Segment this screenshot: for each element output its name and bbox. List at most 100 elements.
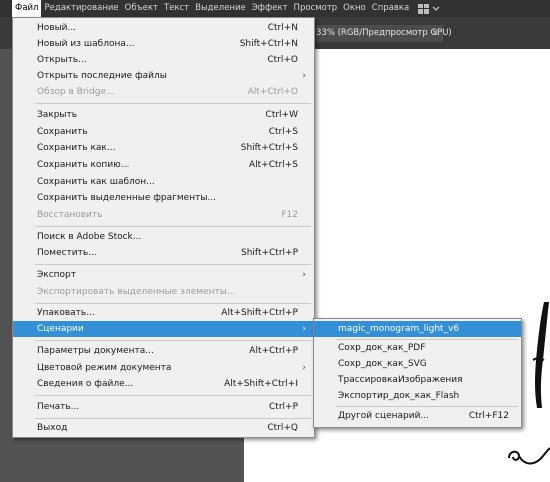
- menu-item-new[interactable]: Новый... Ctrl+N: [13, 20, 314, 36]
- scripts-submenu: magic_monogram_light_v6 Сохр_док_как_PDF…: [313, 318, 522, 428]
- menu-item-label: Новый...: [37, 23, 77, 33]
- menu-item-file-info[interactable]: Сведения о файле... Alt+Shift+Ctrl+I: [13, 376, 314, 392]
- menu-item-label: Сохранить копию...: [37, 160, 130, 170]
- menu-separator: [35, 340, 311, 341]
- menu-item-label: Поиск в Adobe Stock...: [37, 232, 142, 242]
- menu-separator: [35, 418, 311, 419]
- menu-item-label: Обзор в Bridge...: [37, 87, 115, 97]
- grid-icon: [418, 3, 430, 14]
- menu-edit[interactable]: Редактирование: [41, 0, 121, 17]
- menu-item-shortcut: Ctrl+W: [265, 110, 298, 120]
- menu-item-shortcut: Shift+Ctrl+N: [239, 39, 298, 49]
- menu-item-shortcut: Ctrl+F12: [468, 411, 509, 421]
- menu-separator: [35, 264, 311, 265]
- menu-item-shortcut: Shift+Ctrl+S: [240, 143, 298, 153]
- menu-separator: [35, 395, 311, 396]
- menu-item-save-copy[interactable]: Сохранить копию... Alt+Ctrl+S: [13, 157, 314, 173]
- menu-item-label: Новый из шаблона...: [37, 39, 135, 49]
- menu-item-shortcut: Shift+Ctrl+P: [241, 248, 298, 258]
- menu-item-label: Сохр_док_как_SVG: [338, 359, 427, 369]
- menu-item-document-setup[interactable]: Параметры документа... Alt+Ctrl+P: [13, 343, 314, 359]
- script-item-save-as-pdf[interactable]: Сохр_док_как_PDF: [314, 340, 521, 356]
- menu-item-shortcut: Alt+Ctrl+O: [247, 87, 298, 97]
- submenu-arrow-icon: ›: [302, 71, 306, 81]
- menu-item-label: Сведения о файле...: [37, 379, 134, 389]
- menu-item-close[interactable]: Закрыть Ctrl+W: [13, 107, 314, 123]
- menu-item-label: Открыть последние файлы: [37, 71, 167, 81]
- menu-separator: [336, 406, 518, 407]
- submenu-arrow-icon: ›: [302, 363, 306, 373]
- script-item-image-trace[interactable]: ТрассировкаИзображения: [314, 372, 521, 388]
- menu-item-save-selected-slices[interactable]: Сохранить выделенные фрагменты...: [13, 190, 314, 206]
- menu-item-shortcut: F12: [281, 210, 298, 220]
- menu-item-label: Сохр_док_как_PDF: [338, 343, 426, 353]
- close-icon[interactable]: ×: [432, 25, 439, 42]
- menu-item-label: ТрассировкаИзображения: [338, 375, 463, 385]
- document-tab[interactable]: 33% (RGB/Предпросмотр GPU) ×: [313, 25, 452, 42]
- file-menu-dropdown: Новый... Ctrl+N Новый из шаблона... Shif…: [12, 17, 315, 438]
- menu-item-shortcut: Ctrl+P: [269, 402, 298, 412]
- menu-item-print[interactable]: Печать... Ctrl+P: [13, 399, 314, 415]
- menu-item-label: Выход: [37, 423, 68, 433]
- menu-item-revert: Восстановить F12: [13, 207, 314, 223]
- artwork-letter-fragment: [532, 302, 549, 408]
- menu-select[interactable]: Выделение: [192, 0, 249, 17]
- menu-item-export-selection: Экспортировать выделенные элементы...: [13, 284, 314, 300]
- script-item-magic-monogram[interactable]: magic_monogram_light_v6: [314, 321, 521, 337]
- menu-item-scripts[interactable]: Сценарии ›: [13, 321, 314, 337]
- menu-item-label: Параметры документа...: [37, 346, 154, 356]
- menu-item-export[interactable]: Экспорт ›: [13, 267, 314, 283]
- menu-item-shortcut: Ctrl+N: [267, 23, 298, 33]
- menu-item-package[interactable]: Упаковать... Alt+Shift+Ctrl+P: [13, 305, 314, 321]
- menu-window[interactable]: Окно: [340, 0, 369, 17]
- menu-item-shortcut: Ctrl+S: [268, 127, 298, 137]
- script-item-save-as-svg[interactable]: Сохр_док_как_SVG: [314, 356, 521, 372]
- menu-item-label: magic_monogram_light_v6: [338, 324, 460, 334]
- menu-object[interactable]: Объект: [122, 0, 161, 17]
- menu-item-browse-bridge: Обзор в Bridge... Alt+Ctrl+O: [13, 84, 314, 100]
- menu-item-label: Экспортир_док_как_Flash: [338, 391, 460, 401]
- menu-help[interactable]: Справка: [369, 0, 412, 17]
- menu-item-label: Восстановить: [37, 210, 103, 220]
- menu-item-save-as-template[interactable]: Сохранить как шаблон...: [13, 174, 314, 190]
- menu-separator: [35, 103, 311, 104]
- menu-item-label: Сохранить: [37, 127, 88, 137]
- menu-item-document-color-mode[interactable]: Цветовой режим документа ›: [13, 360, 314, 376]
- menu-item-label: Поместить...: [37, 248, 97, 258]
- menu-item-label: Сохранить выделенные фрагменты...: [37, 193, 217, 203]
- menu-item-new-from-template[interactable]: Новый из шаблона... Shift+Ctrl+N: [13, 36, 314, 52]
- submenu-arrow-icon: ›: [302, 270, 306, 280]
- workspace-switcher[interactable]: [418, 3, 440, 14]
- menu-item-label: Экспорт: [37, 270, 77, 280]
- menu-file[interactable]: Файл: [12, 0, 42, 17]
- menu-item-shortcut: Alt+Shift+Ctrl+P: [221, 308, 298, 318]
- menu-item-place[interactable]: Поместить... Shift+Ctrl+P: [13, 245, 314, 261]
- menu-item-label: Упаковать...: [37, 308, 95, 318]
- menu-item-label: Другой сценарий...: [338, 411, 430, 421]
- menu-item-search-adobe-stock[interactable]: Поиск в Adobe Stock...: [13, 229, 314, 245]
- menu-separator: [35, 303, 311, 304]
- chevron-down-icon: [432, 6, 440, 11]
- menu-item-shortcut: Alt+Ctrl+S: [249, 160, 298, 170]
- menu-item-save[interactable]: Сохранить Ctrl+S: [13, 124, 314, 140]
- ornament-swirl: [508, 447, 550, 465]
- menu-item-label: Сценарии: [37, 324, 84, 334]
- menu-item-shortcut: Alt+Ctrl+P: [249, 346, 298, 356]
- menu-item-label: Закрыть: [37, 110, 78, 120]
- menu-item-label: Открыть...: [37, 55, 87, 65]
- script-item-export-flash[interactable]: Экспортир_док_как_Flash: [314, 388, 521, 404]
- menu-type[interactable]: Текст: [161, 0, 192, 17]
- menu-effect[interactable]: Эффект: [249, 0, 291, 17]
- script-item-other-script[interactable]: Другой сценарий... Ctrl+F12: [314, 408, 521, 424]
- menu-item-label: Цветовой режим документа: [37, 363, 172, 373]
- menu-view[interactable]: Просмотр: [291, 0, 341, 17]
- submenu-arrow-icon: ›: [302, 324, 306, 334]
- menu-item-label: Сохранить как шаблон...: [37, 177, 155, 187]
- menu-item-open-recent[interactable]: Открыть последние файлы ›: [13, 68, 314, 84]
- menu-item-open[interactable]: Открыть... Ctrl+O: [13, 52, 314, 68]
- menu-item-label: Печать...: [37, 402, 80, 412]
- menu-item-label: Экспортировать выделенные элементы...: [37, 287, 236, 297]
- menu-item-exit[interactable]: Выход Ctrl+Q: [13, 420, 314, 436]
- menu-item-save-as[interactable]: Сохранить как... Shift+Ctrl+S: [13, 140, 314, 156]
- menu-item-shortcut: Alt+Shift+Ctrl+I: [224, 379, 298, 389]
